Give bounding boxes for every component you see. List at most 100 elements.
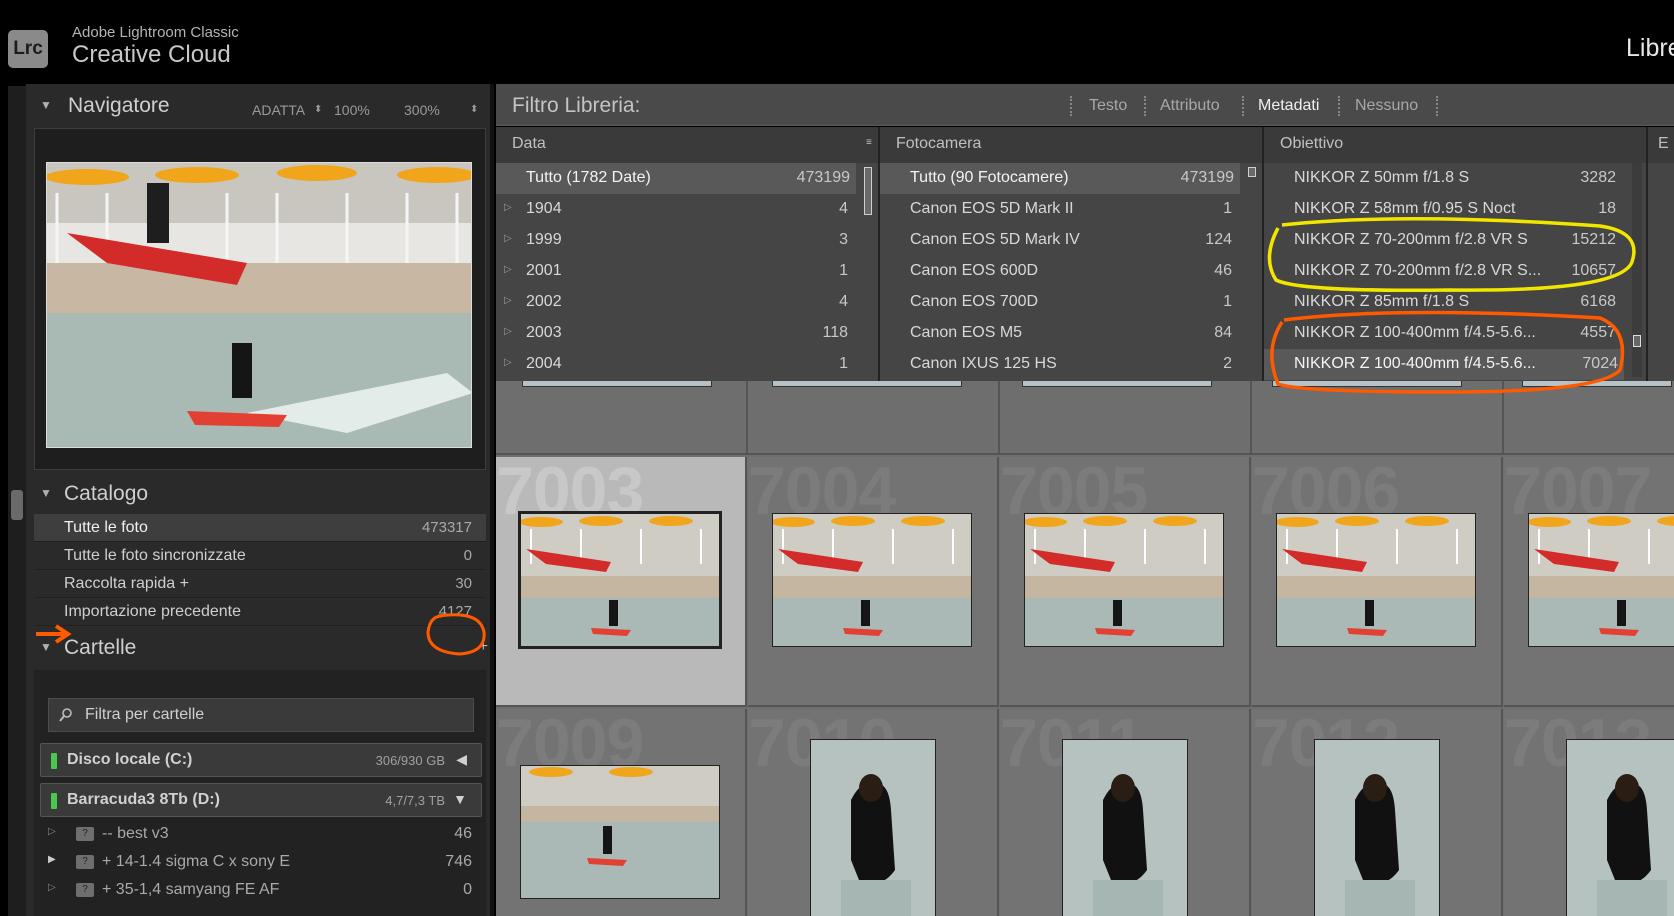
filter-tab-none[interactable]: Nessuno bbox=[1355, 97, 1418, 115]
photo-thumbnail[interactable] bbox=[1276, 513, 1476, 647]
photo-thumbnail[interactable] bbox=[1566, 739, 1674, 916]
lens-row-selected[interactable]: NIKKOR Z 100-400mm f/4.5-5.6... 7024 bbox=[1264, 349, 1624, 380]
folder-item[interactable]: ▷? + 35-1,4 samyang FE AF 0 bbox=[40, 876, 482, 904]
photo-thumbnail[interactable] bbox=[772, 513, 972, 647]
disclosure-triangle-icon[interactable]: ▷ bbox=[504, 233, 512, 244]
column-header-next[interactable]: E bbox=[1648, 127, 1674, 163]
collapse-triangle-icon[interactable]: ▼ bbox=[40, 640, 52, 654]
camera-row[interactable]: Canon EOS 700D 1 bbox=[880, 287, 1262, 318]
photo-thumbnail[interactable] bbox=[1062, 739, 1188, 916]
lens-row[interactable]: NIKKOR Z 85mm f/1.8 S 6168 bbox=[1264, 287, 1646, 318]
column-header-lens[interactable]: Obiettivo bbox=[1264, 127, 1648, 163]
row-count: 1 bbox=[1223, 200, 1232, 217]
catalog-item-previous-import[interactable]: Importazione precedente 4127 bbox=[34, 598, 486, 626]
grid-cell[interactable]: 7010 bbox=[748, 709, 999, 916]
photo-thumbnail[interactable] bbox=[518, 511, 722, 649]
photo-grid: 70037004700570067007 70097010701170127013 bbox=[496, 381, 1674, 916]
zoom-menu-arrows-icon[interactable]: ⬍ bbox=[470, 104, 478, 115]
date-row-all[interactable]: Tutto (1782 Date) 473199 bbox=[496, 163, 856, 194]
grid-cell[interactable]: 7007 bbox=[1504, 457, 1674, 707]
navigator-preview-image[interactable] bbox=[46, 162, 472, 448]
photo-thumbnail[interactable] bbox=[1314, 739, 1440, 916]
zoom-300-option[interactable]: 300% bbox=[404, 102, 440, 118]
up-down-arrows-icon[interactable]: ⬍ bbox=[314, 104, 322, 115]
column-header-camera[interactable]: Fotocamera bbox=[880, 127, 1264, 163]
column-menu-icon[interactable]: ≡ bbox=[866, 137, 872, 148]
grid-cell[interactable]: 7004 bbox=[748, 457, 999, 707]
grid-cell[interactable]: 7005 bbox=[1000, 457, 1251, 707]
camera-row[interactable]: Canon EOS 5D Mark II 1 bbox=[880, 194, 1262, 225]
collapse-left-icon[interactable]: ◀ bbox=[456, 751, 467, 768]
column-header-date[interactable]: Data ≡ bbox=[496, 127, 880, 163]
disclosure-triangle-icon[interactable]: ▶ bbox=[48, 854, 56, 865]
volume-disco-locale[interactable]: Disco locale (C:) 306/930 GB ◀ bbox=[40, 743, 482, 777]
row-count: 4557 bbox=[1580, 324, 1616, 341]
grid-cell[interactable]: 7012 bbox=[1252, 709, 1503, 916]
expand-down-icon[interactable]: ▼ bbox=[453, 791, 467, 807]
folder-count: 746 bbox=[445, 853, 472, 870]
grid-cell[interactable]: 7003 bbox=[496, 457, 747, 707]
camera-row[interactable]: Canon EOS 600D 46 bbox=[880, 256, 1262, 287]
camera-column-scrollbar[interactable] bbox=[1248, 167, 1256, 177]
folder-filter-placeholder: Filtra per cartelle bbox=[85, 706, 205, 723]
disclosure-triangle-icon[interactable]: ▷ bbox=[504, 295, 512, 306]
filter-tab-text[interactable]: Testo bbox=[1089, 97, 1127, 115]
photo-thumbnail[interactable] bbox=[810, 739, 936, 916]
date-row[interactable]: ▷ 1999 3 bbox=[496, 225, 878, 256]
date-row[interactable]: ▷ 2004 1 bbox=[496, 349, 878, 380]
filter-tab-metadata[interactable]: Metadati bbox=[1258, 97, 1319, 115]
catalog-item-all-photos[interactable]: Tutte le foto 473317 bbox=[34, 514, 486, 542]
catalog-item-synced[interactable]: Tutte le foto sincronizzate 0 bbox=[34, 542, 486, 570]
filter-tab-attribute[interactable]: Attributo bbox=[1160, 97, 1220, 115]
grid-cell[interactable]: 7009 bbox=[496, 709, 747, 916]
photo-thumbnail[interactable] bbox=[520, 765, 720, 899]
navigator-header[interactable]: ▼ Navigatore ADATTA ⬍ 100% 300% ⬍ bbox=[26, 88, 494, 126]
disclosure-triangle-icon[interactable]: ▷ bbox=[48, 882, 56, 893]
date-row[interactable]: ▷ 2003 118 bbox=[496, 318, 878, 349]
collapse-triangle-icon[interactable]: ▼ bbox=[40, 98, 52, 112]
collapse-triangle-icon[interactable]: ▼ bbox=[40, 486, 52, 500]
disclosure-triangle-icon[interactable]: ▷ bbox=[504, 202, 512, 213]
zoom-100-option[interactable]: 100% bbox=[334, 102, 370, 118]
date-row[interactable]: ▷ 2002 4 bbox=[496, 287, 878, 318]
folders-header[interactable]: ▼ Cartelle + bbox=[26, 630, 494, 668]
lens-column-scrollbar[interactable] bbox=[1632, 163, 1642, 377]
disclosure-triangle-icon[interactable]: ▷ bbox=[504, 264, 512, 275]
disclosure-triangle-icon[interactable]: ▷ bbox=[504, 357, 512, 368]
volume-barracuda[interactable]: Barracuda3 8Tb (D:) 4,7/7,3 TB ▼ bbox=[40, 783, 482, 817]
camera-row-all[interactable]: Tutto (90 Fotocamere) 473199 bbox=[880, 163, 1240, 194]
grid-cell[interactable]: 7006 bbox=[1252, 457, 1503, 707]
folder-item[interactable]: ▶? + 14-1.4 sigma C x sony E 746 bbox=[40, 848, 482, 876]
module-library-link[interactable]: Libreria bbox=[1626, 34, 1674, 63]
date-column-scrollbar[interactable] bbox=[864, 167, 872, 215]
row-label: NIKKOR Z 50mm f/1.8 S bbox=[1294, 169, 1470, 186]
lens-row[interactable]: NIKKOR Z 50mm f/1.8 S 3282 bbox=[1264, 163, 1646, 194]
disclosure-triangle-icon[interactable]: ▷ bbox=[504, 326, 512, 337]
disclosure-triangle-icon[interactable]: ▷ bbox=[48, 826, 56, 837]
grid-cell[interactable]: 7013 bbox=[1504, 709, 1674, 916]
zoom-fit-option[interactable]: ADATTA bbox=[252, 102, 305, 118]
date-row[interactable]: ▷ 1904 4 bbox=[496, 194, 878, 225]
lens-row[interactable]: NIKKOR Z 70-200mm f/2.8 VR S... 10657 bbox=[1264, 256, 1646, 287]
camera-row[interactable]: Canon EOS M5 84 bbox=[880, 318, 1262, 349]
left-panel-collapse-strip[interactable] bbox=[8, 86, 26, 916]
grid-cell[interactable]: 7011 bbox=[1000, 709, 1251, 916]
row-label: Canon EOS 5D Mark II bbox=[910, 200, 1074, 217]
photo-thumbnail[interactable] bbox=[1024, 513, 1224, 647]
panel-handle[interactable] bbox=[11, 490, 23, 520]
catalog-item-quick-collection[interactable]: Raccolta rapida + 30 bbox=[34, 570, 486, 598]
date-row[interactable]: ▷ 2001 1 bbox=[496, 256, 878, 287]
lens-row[interactable]: NIKKOR Z 70-200mm f/2.8 VR S 15212 bbox=[1264, 225, 1646, 256]
catalog-header[interactable]: ▼ Catalogo bbox=[26, 476, 494, 514]
plus-icon[interactable]: + bbox=[479, 638, 488, 656]
lens-row[interactable]: NIKKOR Z 100-400mm f/4.5-5.6... 4557 bbox=[1264, 318, 1646, 349]
folder-item[interactable]: ▷? -- best v3 46 bbox=[40, 820, 482, 848]
camera-row[interactable]: Canon IXUS 125 HS 2 bbox=[880, 349, 1262, 380]
folder-filter-input[interactable]: Filtra per cartelle bbox=[48, 698, 474, 732]
lens-row[interactable]: NIKKOR Z 58mm f/0.95 S Noct 18 bbox=[1264, 194, 1646, 225]
row-count: 124 bbox=[1205, 231, 1232, 248]
scroll-thumb[interactable] bbox=[1633, 335, 1641, 347]
photo-thumbnail[interactable] bbox=[1528, 513, 1674, 647]
catalog-item-count: 473317 bbox=[421, 519, 472, 536]
camera-row[interactable]: Canon EOS 5D Mark IV 124 bbox=[880, 225, 1262, 256]
